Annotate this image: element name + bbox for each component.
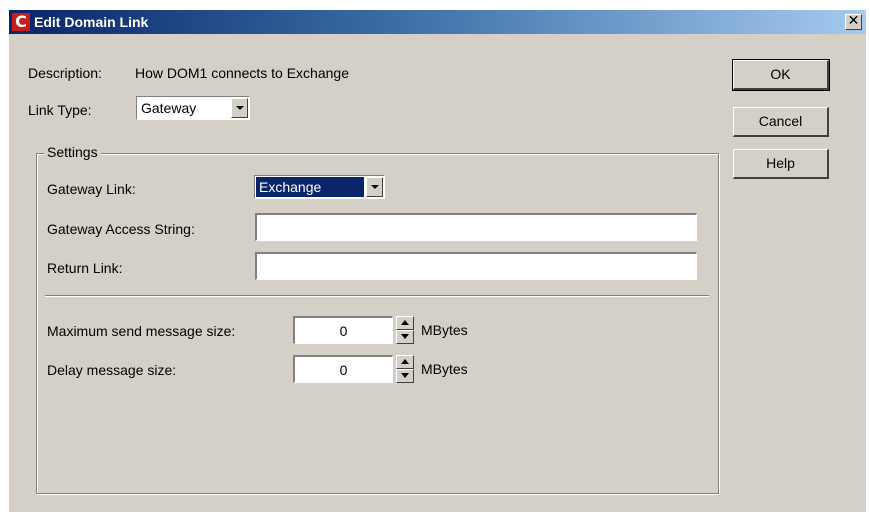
max-send-size-value: 0 [339, 323, 348, 339]
window-title: Edit Domain Link [34, 14, 149, 30]
return-link-input[interactable] [255, 252, 697, 280]
max-send-size-unit: MBytes [421, 322, 468, 338]
link-type-label: Link Type: [28, 102, 92, 118]
title-bar[interactable]: C Edit Domain Link ✕ [9, 10, 866, 34]
spin-down-icon[interactable] [396, 330, 414, 344]
help-button[interactable]: Help [733, 149, 829, 179]
edit-domain-link-dialog: C Edit Domain Link ✕ Description: How DO… [9, 10, 866, 512]
max-send-size-label: Maximum send message size: [47, 323, 236, 339]
gateway-link-dropdown[interactable]: Exchange [254, 175, 385, 199]
spin-down-icon[interactable] [396, 369, 414, 383]
gateway-access-string-label: Gateway Access String: [47, 221, 195, 237]
dropdown-arrow-icon[interactable] [366, 177, 383, 197]
delay-size-value: 0 [339, 362, 348, 378]
delay-size-input[interactable]: 0 [293, 355, 393, 383]
link-type-dropdown[interactable]: Gateway [136, 96, 250, 120]
delay-size-spinner[interactable] [396, 355, 414, 383]
close-icon[interactable]: ✕ [845, 14, 862, 30]
delay-size-label: Delay message size: [47, 362, 177, 378]
gateway-link-label: Gateway Link: [47, 181, 136, 197]
app-logo-icon: C [12, 13, 30, 31]
gateway-link-value: Exchange [259, 179, 322, 195]
spin-up-icon[interactable] [396, 355, 414, 369]
max-send-size-input[interactable]: 0 [293, 316, 393, 344]
cancel-button[interactable]: Cancel [733, 107, 829, 137]
dropdown-arrow-icon[interactable] [231, 98, 248, 118]
return-link-label: Return Link: [47, 260, 123, 276]
ok-button[interactable]: OK [732, 59, 830, 91]
description-label: Description: [28, 65, 102, 81]
gateway-access-string-input[interactable] [255, 213, 697, 241]
delay-size-unit: MBytes [421, 361, 468, 377]
spin-up-icon[interactable] [396, 316, 414, 330]
link-type-value: Gateway [141, 100, 197, 116]
max-send-size-spinner[interactable] [396, 316, 414, 344]
description-value: How DOM1 connects to Exchange [135, 65, 349, 81]
settings-separator [45, 295, 709, 297]
settings-group-title: Settings [44, 144, 101, 160]
